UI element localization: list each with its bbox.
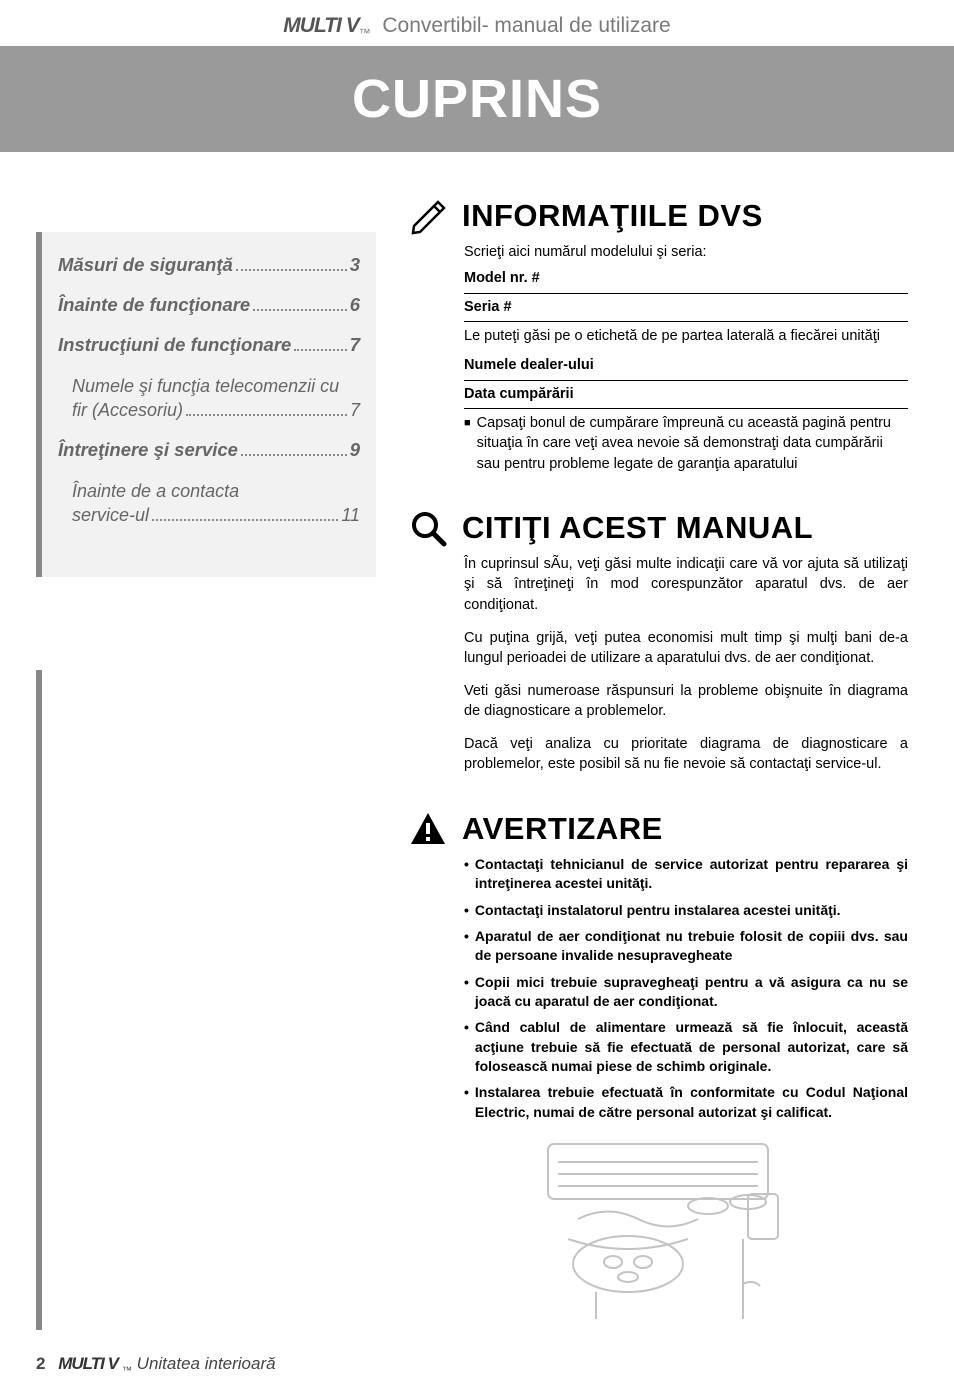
info-body: Scrieţi aici numărul modelului şi seria:… (464, 242, 908, 474)
toc-label: Măsuri de siguranţă (58, 254, 233, 276)
toc-item: Înainte de funcţionare 6 (58, 294, 360, 316)
manual-body: În cuprinsul sÃu, veţi găsi multe indica… (464, 554, 908, 775)
receipt-note-text: Capsaţi bonul de cumpărare împreună cu a… (477, 413, 908, 474)
purchase-date-field: Data cumpărării (464, 381, 908, 409)
page-number: 2 (36, 1354, 45, 1373)
header-subtitle: Convertibil- manual de utilizare (382, 14, 670, 37)
footer-tm: ™ (122, 1365, 132, 1376)
manual-paragraph: Dacă veţi analiza cu prioritate diagrama… (464, 734, 908, 775)
serial-number-field: Seria # (464, 294, 908, 322)
toc-subitem: Înainte de a contacta service-ul 11 (72, 479, 360, 528)
left-margin-rule (36, 670, 42, 1330)
toc-label: Instrucţiuni de funcţionare (58, 334, 291, 356)
warning-item: Când cablul de alimentare urmează să fie… (464, 1018, 908, 1076)
footer-text: Unitatea interioară (137, 1354, 276, 1373)
toc-page: 9 (350, 439, 360, 461)
model-number-field: Model nr. # (464, 265, 908, 293)
page-footer: 2 MULTI V ™ Unitatea interioară (36, 1354, 276, 1376)
right-column: INFORMAŢIILE DVS Scrieţi aici numărul mo… (408, 196, 918, 1329)
dealer-name-field: Numele dealer-ului (464, 352, 908, 380)
table-of-contents: Măsuri de siguranţă 3 Înainte de funcţio… (36, 232, 376, 577)
warning-triangle-icon (408, 809, 448, 849)
warning-item: Contactaţi instalatorul pentru instalare… (464, 901, 908, 920)
warning-list: Contactaţi tehnicianul de service autori… (464, 855, 908, 1122)
manual-paragraph: În cuprinsul sÃu, veţi găsi multe indica… (464, 554, 908, 616)
toc-leader (253, 309, 346, 311)
toc-item: Întreţinere şi service 9 (58, 439, 360, 461)
toc-leader (236, 269, 347, 271)
section-header-warning: AVERTIZARE (408, 809, 908, 849)
info-intro: Scrieţi aici numărul modelului şi seria: (464, 242, 908, 262)
receipt-note: ■ Capsaţi bonul de cumpărare împreună cu… (464, 409, 908, 474)
manual-heading: CITIŢI ACEST MANUAL (462, 510, 813, 546)
toc-label: Înainte de funcţionare (58, 294, 250, 316)
section-header-manual: CITIŢI ACEST MANUAL (408, 508, 908, 548)
toc-leader (294, 349, 346, 351)
brand-logo: MULTI V (283, 14, 358, 37)
section-header-info: INFORMAŢIILE DVS (408, 196, 908, 236)
toc-item: Măsuri de siguranţă 3 (58, 254, 360, 276)
toc-label: Înainte de a contacta (72, 479, 360, 503)
warning-item: Contactaţi tehnicianul de service autori… (464, 855, 908, 894)
toc-subitem: Numele şi funcţia telecomenzii cu fir (A… (72, 374, 360, 423)
logo-tm: ™ (359, 26, 371, 40)
toc-leader (241, 454, 347, 456)
toc-leader (152, 519, 338, 521)
toc-label: service-ul (72, 503, 149, 527)
toc-label: Întreţinere şi service (58, 439, 238, 461)
header-strip: MULTI V™ Convertibil- manual de utilizar… (0, 0, 954, 46)
square-bullet-icon: ■ (464, 416, 471, 474)
toc-page: 11 (341, 503, 360, 527)
manual-paragraph: Veti găsi numeroase răspunsuri la proble… (464, 681, 908, 722)
warning-item: Copii mici trebuie supravegheaţi pentru … (464, 973, 908, 1012)
warning-item: Aparatul de aer condiţionat nu trebuie f… (464, 927, 908, 966)
footer-logo: MULTI V (58, 1354, 118, 1373)
toc-item: Instrucţiuni de funcţionare 7 (58, 334, 360, 356)
pencil-icon (408, 196, 448, 236)
warning-item: Instalarea trebuie efectuată în conformi… (464, 1083, 908, 1122)
toc-page: 6 (350, 294, 360, 316)
toc-label: Numele şi funcţia telecomenzii cu (72, 374, 360, 398)
info-note: Le puteţi găsi pe o etichetă de pe parte… (464, 322, 908, 352)
info-heading: INFORMAŢIILE DVS (462, 198, 763, 234)
magnifier-icon (408, 508, 448, 548)
toc-page: 7 (350, 334, 360, 356)
ac-unit-illustration (408, 1134, 908, 1329)
toc-label: fir (Accesoriu) (72, 398, 183, 422)
toc-page: 3 (350, 254, 360, 276)
toc-page: 7 (350, 398, 360, 422)
manual-paragraph: Cu puţina grijă, veţi putea economisi mu… (464, 628, 908, 669)
toc-leader (186, 414, 347, 416)
page-title: CUPRINS (0, 46, 954, 152)
warning-heading: AVERTIZARE (462, 811, 663, 847)
